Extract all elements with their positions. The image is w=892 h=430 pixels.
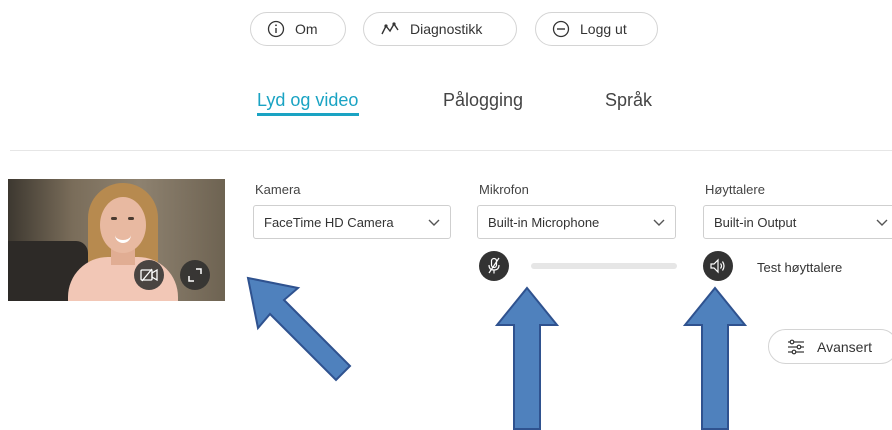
microphone-selected-value: Built-in Microphone (488, 214, 600, 230)
camera-selected-value: FaceTime HD Camera (264, 214, 394, 230)
diagnostics-button[interactable]: Diagnostikk (363, 12, 517, 46)
test-speaker-label[interactable]: Test høyttalere (757, 260, 842, 275)
test-speaker-button[interactable] (703, 251, 733, 281)
camera-off-icon (140, 268, 158, 282)
microphone-select[interactable]: Built-in Microphone (477, 205, 676, 239)
advanced-button[interactable]: Avansert (768, 329, 892, 364)
fullscreen-icon (188, 268, 202, 282)
chevron-down-icon (653, 219, 665, 226)
camera-label: Kamera (255, 182, 301, 197)
speaker-icon (710, 258, 725, 274)
annotation-arrow-camera (246, 276, 352, 382)
logout-icon (552, 20, 570, 38)
microphone-label: Mikrofon (479, 182, 529, 197)
diagnostics-label: Diagnostikk (410, 21, 483, 37)
about-button[interactable]: Om (250, 12, 346, 46)
speakers-selected-value: Built-in Output (714, 214, 797, 230)
annotation-arrow-microphone (494, 286, 560, 430)
logout-label: Logg ut (580, 21, 627, 37)
chevron-down-icon (428, 219, 440, 226)
logout-button[interactable]: Logg ut (535, 12, 658, 46)
about-label: Om (295, 21, 318, 37)
sliders-icon (788, 339, 804, 354)
diagnostics-icon (381, 22, 399, 35)
fullscreen-button[interactable] (180, 260, 210, 290)
tab-login[interactable]: Pålogging (443, 90, 523, 111)
mic-mute-button[interactable] (479, 251, 509, 281)
chevron-down-icon (876, 219, 888, 226)
camera-select[interactable]: FaceTime HD Camera (253, 205, 451, 239)
speakers-label: Høyttalere (705, 182, 765, 197)
tab-audio-video[interactable]: Lyd og video (257, 90, 358, 111)
annotation-arrow-speakers (682, 286, 748, 430)
mic-muted-icon (488, 257, 500, 274)
active-tab-indicator (257, 113, 359, 116)
camera-off-button[interactable] (134, 260, 164, 290)
advanced-label: Avansert (817, 338, 872, 355)
info-icon (267, 20, 285, 38)
speakers-select[interactable]: Built-in Output (703, 205, 892, 239)
divider (10, 150, 892, 151)
microphone-level-meter (531, 263, 677, 269)
tab-language[interactable]: Språk (605, 90, 652, 111)
camera-preview (8, 179, 225, 301)
